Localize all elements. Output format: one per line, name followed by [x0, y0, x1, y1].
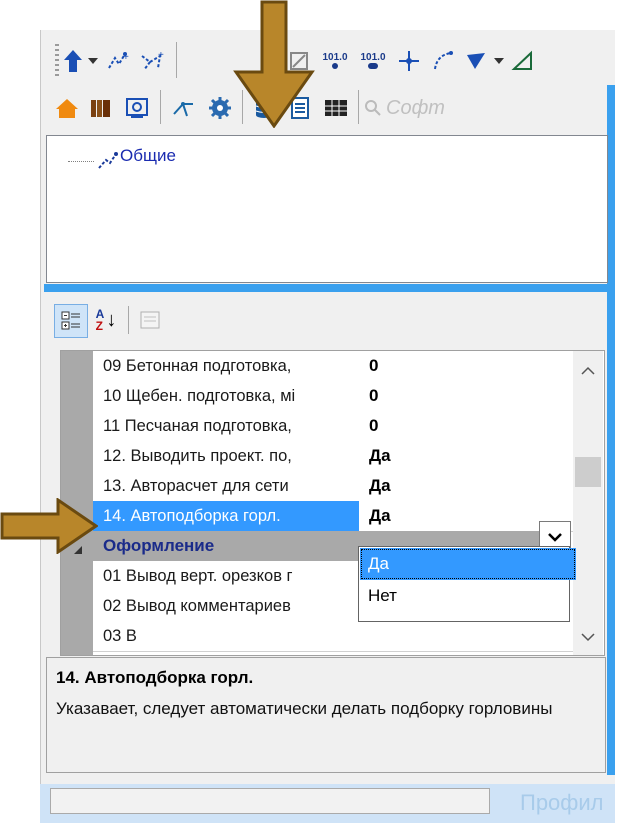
scroll-down-icon[interactable]	[581, 627, 595, 647]
property-value[interactable]: 0	[359, 381, 583, 412]
annotation-arrow-down-icon	[232, 0, 316, 129]
annotation-arrow-right-icon	[0, 497, 99, 555]
grid-row[interactable]: 13. Авторасчет для сети Да	[93, 471, 603, 502]
property-name: 10 Щебен. подготовка, мі	[93, 381, 370, 412]
status-field	[50, 788, 490, 814]
picture-icon[interactable]	[122, 92, 152, 124]
vertical-scrollbar[interactable]	[573, 351, 603, 655]
tree-connector	[68, 161, 94, 162]
grid-row[interactable]: 03 В	[93, 621, 603, 652]
property-name: 12. Выводить проект. по,	[93, 441, 370, 472]
category-label: Оформление	[103, 536, 215, 555]
property-name: 14. Автоподборка горл.	[93, 501, 370, 532]
dropdown-list: Да Нет	[358, 546, 576, 622]
toolbar-separator	[358, 90, 359, 124]
property-name: 03 В	[93, 621, 370, 652]
triangle-icon[interactable]	[462, 44, 490, 78]
branch-icon[interactable]	[168, 92, 200, 124]
tree-item-general[interactable]: Общие	[120, 146, 176, 166]
blue-separator	[44, 284, 610, 292]
dropdown-option-yes[interactable]: Да	[360, 548, 576, 580]
search-box[interactable]: Софт	[364, 92, 612, 124]
books-icon[interactable]	[86, 92, 116, 124]
property-name: 11 Песчаная подготовка,	[93, 411, 370, 442]
categorized-icon[interactable]	[54, 304, 88, 338]
toolbar-separator	[176, 42, 177, 78]
property-pages-icon[interactable]	[134, 304, 166, 336]
toolbar-separator	[128, 306, 129, 334]
measure-icon[interactable]	[508, 44, 538, 78]
home-icon[interactable]	[52, 92, 82, 124]
curve-icon[interactable]	[428, 44, 458, 78]
property-name: 13. Авторасчет для сети	[93, 471, 370, 502]
up-arrow-icon[interactable]	[60, 44, 86, 78]
crosshair-icon[interactable]	[394, 44, 424, 78]
grid-row[interactable]: 12. Выводить проект. по, Да	[93, 441, 603, 472]
sort-az-icon[interactable]: AZ ↓	[90, 304, 122, 336]
search-placeholder: Софт	[386, 96, 445, 119]
toolbar-separator	[160, 90, 161, 124]
description-title: 14. Автоподборка горл.	[56, 668, 254, 687]
dropdown-arrow2-icon[interactable]	[492, 44, 506, 78]
label-101-icon[interactable]: 101.0	[318, 42, 352, 78]
grid-row[interactable]: 10 Щебен. подготовка, мі 0	[93, 381, 603, 412]
grid-row[interactable]: 09 Бетонная подготовка, 0	[93, 351, 603, 382]
search-icon	[365, 100, 381, 116]
property-name: 02 Вывод комментариев	[93, 591, 370, 622]
grid-row[interactable]: 11 Песчаная подготовка, 0	[93, 411, 603, 442]
network-add2-icon[interactable]: +	[136, 44, 170, 78]
chevron-down-icon	[548, 533, 562, 542]
property-value[interactable]	[359, 621, 583, 652]
property-name: 09 Бетонная подготовка,	[93, 351, 370, 382]
blue-border-right	[607, 85, 615, 775]
property-name: 01 Вывод верт. орезков г	[93, 561, 370, 592]
network-add-icon[interactable]: +	[104, 44, 134, 78]
svg-text:+: +	[158, 50, 164, 61]
scroll-up-icon[interactable]	[581, 361, 595, 381]
table-icon[interactable]	[320, 92, 352, 124]
grid-row-selected[interactable]: 14. Автоподборка горл. Да	[93, 501, 603, 532]
toolbar-top: + + 101.0 101.0	[52, 38, 612, 84]
label-101-b-icon[interactable]: 101.0	[356, 42, 390, 78]
svg-text:+: +	[123, 52, 129, 63]
dropdown-option-no[interactable]: Нет	[360, 580, 576, 612]
status-text: Профил	[520, 790, 604, 815]
property-value[interactable]: 0	[359, 411, 583, 442]
network-node-icon	[96, 150, 120, 172]
toolbar-second: Софт	[48, 86, 608, 130]
description-text: Указавает, следует автоматически делать …	[56, 699, 553, 718]
scroll-thumb[interactable]	[575, 457, 601, 487]
property-value[interactable]: Да	[359, 441, 583, 472]
property-value[interactable]: Да	[359, 471, 583, 502]
dropdown-arrow-icon[interactable]	[86, 44, 100, 78]
property-value[interactable]: 0	[359, 351, 583, 382]
property-toolbar: AZ ↓	[48, 298, 248, 344]
